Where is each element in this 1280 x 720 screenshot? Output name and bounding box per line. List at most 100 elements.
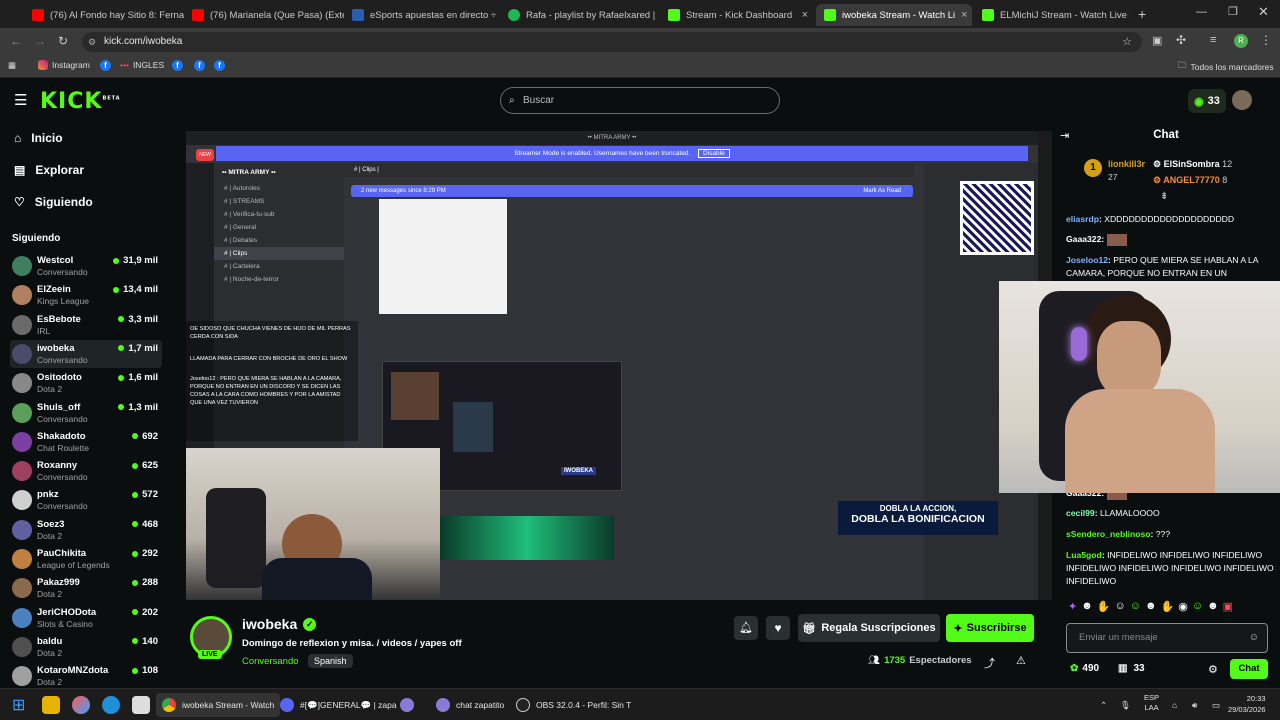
volume-icon[interactable]: 🔊︎ bbox=[1192, 693, 1197, 717]
kicks-counter[interactable]: ▥ 33 bbox=[1118, 663, 1145, 674]
discord-channel-item[interactable]: # | Autoroles bbox=[214, 182, 344, 195]
menu-kebab-icon[interactable]: ⋮ bbox=[1260, 33, 1272, 47]
taskbar-app[interactable] bbox=[102, 693, 120, 717]
followed-channel-item[interactable]: ElZeein Kings League 13,4 mil bbox=[10, 281, 162, 309]
discord-channel-item[interactable]: # | Debates bbox=[214, 234, 344, 247]
followed-channel-item[interactable]: Ositodoto Dota 2 1,6 mil bbox=[10, 369, 162, 397]
taskbar-app-chat[interactable]: chat zapatito bbox=[436, 693, 504, 717]
new-messages-bar[interactable]: 2 new messages since 8:29 PM Mark As Rea… bbox=[351, 185, 913, 197]
site-info-icon[interactable]: ⚙ bbox=[88, 32, 96, 52]
followed-channel-item[interactable]: pnkz Conversando 572 bbox=[10, 486, 162, 514]
gifter-name[interactable]: ⚙ ElSinSombra 12 bbox=[1153, 159, 1232, 170]
gifter-name[interactable]: ⚙ ANGEL77770 8 bbox=[1153, 175, 1227, 186]
bookmark-facebook[interactable]: f bbox=[100, 60, 111, 71]
back-icon[interactable]: ← bbox=[10, 34, 22, 48]
emote-icon[interactable]: ✋ bbox=[1097, 600, 1111, 618]
chat-username[interactable]: cecil99 bbox=[1066, 508, 1095, 518]
chat-username[interactable]: Joseloo12 bbox=[1066, 255, 1108, 265]
profile-avatar[interactable]: R bbox=[1234, 34, 1248, 48]
followed-channel-item[interactable]: Shakadoto Chat Roulette 692 bbox=[10, 428, 162, 456]
followed-channel-item[interactable]: Soez3 Dota 2 468 bbox=[10, 516, 162, 544]
discord-channel-item[interactable]: # | STREAMS bbox=[214, 195, 344, 208]
kick-logo[interactable]: KICKBETA bbox=[40, 89, 121, 114]
browser-tab[interactable]: Stream - Kick Dashboard × bbox=[660, 4, 816, 26]
chat-input[interactable]: Enviar un mensaje ☺ bbox=[1066, 623, 1268, 653]
close-window-button[interactable]: ✕ bbox=[1258, 4, 1269, 20]
sidebar-item-siguiendo[interactable]: ♡ Siguiendo bbox=[14, 195, 93, 209]
bookmark-instagram[interactable]: Instagram bbox=[38, 60, 90, 70]
microphone-icon[interactable]: 🎙︎ bbox=[1120, 693, 1131, 717]
gift-subscriptions-button[interactable]: 🎁︎ Regala Suscripciones bbox=[798, 614, 940, 642]
followed-channel-item[interactable]: JeriCHODota Slots & Casino 202 bbox=[10, 604, 162, 632]
emoji-picker-icon[interactable]: ☺ bbox=[1249, 624, 1259, 652]
chat-username[interactable]: Gaaa322 bbox=[1066, 234, 1101, 244]
browser-tab[interactable]: ELMichiJ Stream - Watch Live c× bbox=[974, 4, 1130, 26]
follow-heart-button[interactable]: ♥ bbox=[766, 616, 790, 640]
sidebar-item-inicio[interactable]: ⌂ Inicio bbox=[14, 131, 63, 145]
browser-tab[interactable]: eSports apuestas en directo ÷× bbox=[344, 4, 500, 26]
emote-icon[interactable]: ☻ bbox=[1145, 600, 1157, 618]
bookmark-ingles[interactable]: ••• INGLES bbox=[120, 60, 164, 70]
stream-category[interactable]: Conversando bbox=[242, 656, 299, 667]
emote-icon[interactable]: ☺ bbox=[1130, 600, 1141, 618]
new-tab-button[interactable]: + bbox=[1138, 6, 1146, 22]
emote-icon[interactable]: ☺ bbox=[1115, 600, 1126, 618]
chat-username[interactable]: eliasrdp bbox=[1066, 214, 1099, 224]
reload-icon[interactable]: ↻ bbox=[58, 34, 68, 48]
browser-tab[interactable]: (76) Al Fondo hay Sitio 8: Ferna× bbox=[24, 4, 184, 26]
notification-bell-button[interactable]: 🔔︎ bbox=[734, 616, 758, 640]
network-icon[interactable]: ⌂ bbox=[1172, 693, 1177, 717]
browser-tab[interactable]: (76) Marianela (Que Pasa) (Exte× bbox=[184, 4, 344, 26]
extensions-puzzle-icon[interactable]: ✣ bbox=[1176, 33, 1186, 47]
discord-channel-item[interactable]: # | Cartelera bbox=[214, 260, 344, 273]
followed-channel-item[interactable]: Pakaz999 Dota 2 288 bbox=[10, 574, 162, 602]
emote-icon[interactable]: ✦ bbox=[1068, 600, 1077, 618]
emote-icon[interactable]: ✋ bbox=[1161, 600, 1175, 618]
bookmark-star-icon[interactable]: ☆ bbox=[1122, 32, 1132, 52]
bookmark-facebook[interactable]: f bbox=[172, 60, 183, 71]
media-icon[interactable]: ≡ bbox=[1210, 34, 1216, 46]
video-player[interactable]: •• MITRA ARMY •• Streamer Mode is enable… bbox=[186, 131, 1052, 600]
followed-channel-item[interactable]: EsBebote IRL 3,3 mil bbox=[10, 311, 162, 339]
taskbar-app[interactable] bbox=[132, 693, 150, 717]
browser-tab-active[interactable]: iwobeka Stream - Watch Li × bbox=[816, 4, 972, 26]
chat-settings-icon[interactable]: ⚙ bbox=[1208, 663, 1218, 676]
mark-as-read-button[interactable]: Mark As Read bbox=[863, 185, 901, 197]
taskbar-app-obs[interactable]: OBS 32.0.4 - Perfil: Sin T bbox=[516, 693, 631, 717]
start-button[interactable]: ⊞ bbox=[12, 693, 25, 717]
emote-icon[interactable]: ◉ bbox=[1178, 600, 1188, 618]
followed-channel-item[interactable]: Westcol Conversando 31,9 mil bbox=[10, 252, 162, 280]
language-indicator[interactable]: ESP LAA bbox=[1144, 693, 1159, 717]
discord-channel-item[interactable]: # | Clips bbox=[214, 247, 344, 260]
share-icon[interactable]: ⤴ bbox=[984, 655, 995, 671]
close-icon[interactable]: × bbox=[961, 9, 967, 21]
chat-username[interactable]: sSendero_neblinoso bbox=[1066, 529, 1151, 539]
disable-streamer-mode-button[interactable]: Disable bbox=[698, 149, 730, 158]
send-chat-button[interactable]: Chat bbox=[1230, 659, 1268, 679]
emote-icon[interactable]: ☻ bbox=[1207, 600, 1219, 618]
sidebar-item-explorar[interactable]: ▤ Explorar bbox=[14, 163, 84, 177]
forward-icon[interactable]: → bbox=[34, 34, 46, 48]
discord-channel-item[interactable]: # | Noche-de-terror bbox=[214, 273, 344, 286]
user-avatar[interactable] bbox=[1232, 90, 1252, 110]
apps-grid-icon[interactable]: ▦ bbox=[8, 60, 16, 71]
taskbar-app-discord[interactable]: #[💬]GENERAL💬 | zapa bbox=[280, 693, 397, 717]
followed-channel-item[interactable]: Shuls_off Conversando 1,3 mil bbox=[10, 399, 162, 427]
emote-icon[interactable]: ☺ bbox=[1192, 600, 1203, 618]
followed-channel-item[interactable]: iwobeka Conversando 1,7 mil bbox=[10, 339, 162, 368]
expand-gifters-icon[interactable]: ⇟ bbox=[1160, 191, 1168, 202]
gifter-name[interactable]: lionkill3r bbox=[1108, 159, 1145, 169]
bookmark-facebook[interactable]: f bbox=[214, 60, 225, 71]
all-bookmarks[interactable]: 🗀 Todos los marcadores bbox=[1178, 60, 1274, 74]
followed-channel-item[interactable]: Roxanny Conversando 625 bbox=[10, 457, 162, 485]
battery-icon[interactable]: ▭ bbox=[1212, 693, 1220, 717]
clock[interactable]: 20:33 29/03/2026 bbox=[1228, 693, 1266, 717]
emote-icon[interactable]: ☻ bbox=[1081, 600, 1093, 618]
browser-tab[interactable]: Rafa - playlist by Rafaelxared |× bbox=[500, 4, 660, 26]
discord-channel-item[interactable]: # | General bbox=[214, 221, 344, 234]
hamburger-menu-icon[interactable]: ☰ bbox=[14, 91, 27, 109]
extension-icon[interactable]: ▣ bbox=[1152, 34, 1162, 47]
followed-channel-item[interactable]: baldu Dota 2 140 bbox=[10, 633, 162, 661]
url-field[interactable]: ⚙ kick.com/iwobeka ☆ bbox=[82, 32, 1142, 52]
minimize-button[interactable]: — bbox=[1196, 6, 1207, 18]
